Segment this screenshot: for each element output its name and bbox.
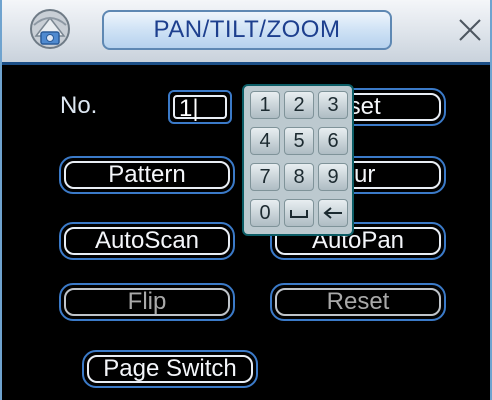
key-0[interactable]: 0 <box>250 199 280 227</box>
pattern-button[interactable]: Pattern <box>59 156 235 194</box>
preset-number-value: 1| <box>173 95 227 121</box>
pattern-button-label: Pattern <box>64 161 230 189</box>
numeric-keypad: 1 2 3 4 5 6 7 8 9 0 <box>242 84 354 236</box>
key-2[interactable]: 2 <box>284 91 314 119</box>
reset-button-label: Reset <box>275 288 441 316</box>
flip-button-label: Flip <box>64 288 230 316</box>
key-9[interactable]: 9 <box>318 163 348 191</box>
key-3[interactable]: 3 <box>318 91 348 119</box>
no-label: No. <box>60 92 98 119</box>
key-7[interactable]: 7 <box>250 163 280 191</box>
title-bar: PAN/TILT/ZOOM <box>2 0 490 65</box>
ptz-dialog: PAN/TILT/ZOOM No. 1| eset Pattern our Au… <box>0 0 492 400</box>
key-4[interactable]: 4 <box>250 127 280 155</box>
autoscan-button[interactable]: AutoScan <box>59 222 235 260</box>
key-8[interactable]: 8 <box>284 163 314 191</box>
ptz-camera-icon <box>28 6 72 52</box>
key-5[interactable]: 5 <box>284 127 314 155</box>
window-title: PAN/TILT/ZOOM <box>102 10 392 50</box>
backspace-arrow-icon[interactable] <box>318 199 348 227</box>
page-switch-button-label: Page Switch <box>87 355 253 383</box>
key-1[interactable]: 1 <box>250 91 280 119</box>
space-key-icon[interactable] <box>284 199 314 227</box>
preset-number-input[interactable]: 1| <box>168 90 232 124</box>
close-icon[interactable] <box>454 14 486 46</box>
key-6[interactable]: 6 <box>318 127 348 155</box>
page-switch-button[interactable]: Page Switch <box>82 350 258 388</box>
reset-button[interactable]: Reset <box>270 283 446 321</box>
flip-button[interactable]: Flip <box>59 283 235 321</box>
autoscan-button-label: AutoScan <box>64 227 230 255</box>
